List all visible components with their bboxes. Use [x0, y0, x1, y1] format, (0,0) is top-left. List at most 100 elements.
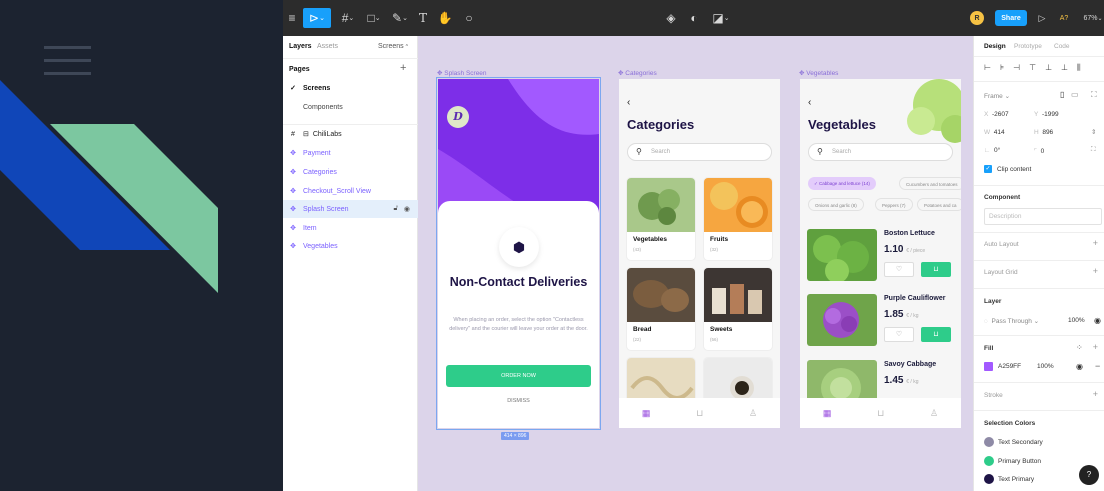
accessibility-badge[interactable]: A?	[1056, 8, 1072, 28]
filter-chip-cucumbers[interactable]: Cucumbers and tomatoes	[899, 177, 961, 190]
page-item-screens[interactable]: ✓ Screens	[283, 79, 418, 97]
clip-content-checkbox[interactable]: ✓	[984, 165, 992, 173]
search-input[interactable]: ⚲ Search	[808, 143, 953, 161]
constrain-proportions-icon[interactable]: ⇕	[1091, 128, 1096, 136]
component-tool-button[interactable]: ◈	[663, 8, 679, 28]
frame-dropdown[interactable]: Frame ⌄	[984, 92, 1010, 100]
x-field[interactable]: X -2607	[984, 111, 1009, 118]
bottom-nav: ▦ ⊔ ♙	[800, 398, 961, 428]
add-page-plus-icon[interactable]: +	[400, 62, 406, 74]
help-button[interactable]: ?	[1079, 465, 1099, 485]
tab-assets[interactable]: Assets	[317, 43, 338, 50]
frame-tool-button[interactable]: # ⌄	[337, 8, 359, 28]
rotation-field[interactable]: ∟ 0°	[984, 147, 1000, 154]
boolean-tool-button[interactable]: ◪ ⌄	[709, 8, 733, 28]
product-purple-cauliflower[interactable]: Purple Cauliflower 1.85 € / kg ♡ ⊔	[807, 294, 957, 346]
portrait-icon[interactable]: ▯	[1060, 90, 1064, 99]
tab-prototype[interactable]: Prototype	[1014, 43, 1042, 50]
tab-code[interactable]: Code	[1054, 43, 1070, 50]
frame-label-splash[interactable]: ✥ Splash Screen	[437, 69, 487, 77]
frame-label-categories[interactable]: ✥ Categories	[618, 69, 657, 77]
zoom-level[interactable]: 67% ⌄	[1081, 8, 1104, 28]
radius-field[interactable]: ⌜ 0	[1034, 147, 1044, 155]
w-field[interactable]: W 414	[984, 129, 1005, 136]
search-input[interactable]: ⚲ Search	[627, 143, 772, 161]
user-icon[interactable]: ♙	[930, 408, 938, 419]
add-stroke-plus-icon[interactable]: +	[1093, 389, 1098, 399]
h-field[interactable]: H 896	[1034, 129, 1053, 136]
tab-layers[interactable]: Layers	[289, 43, 312, 50]
layer-item-splash-screen[interactable]: ✥ Splash Screen 🔓︎ ◉	[283, 200, 418, 218]
eye-icon[interactable]: ◉	[1094, 316, 1101, 325]
share-button[interactable]: Share	[995, 10, 1027, 26]
fill-hex[interactable]: A259FF	[998, 363, 1021, 370]
filter-chip-peppers[interactable]: Peppers (7)	[875, 198, 913, 211]
selection-color-swatch[interactable]	[984, 474, 994, 484]
comment-tool-button[interactable]: ○	[461, 8, 477, 28]
card-count: (32)	[710, 247, 719, 252]
layer-item-vegetables[interactable]: ✥ Vegetables	[283, 237, 418, 255]
blend-mode-dropdown[interactable]: ◌ Pass Through ⌄	[984, 317, 1039, 325]
favorite-button[interactable]: ♡	[884, 327, 914, 342]
filter-chip-potatoes[interactable]: Potatoes and ca	[917, 198, 961, 211]
layer-item-payment[interactable]: ✥ Payment	[283, 144, 418, 162]
add-to-cart-button[interactable]: ⊔	[921, 262, 951, 277]
resize-icon[interactable]: ⛶	[1091, 90, 1097, 100]
layer-item-categories[interactable]: ✥ Categories	[283, 163, 418, 181]
category-card-bread[interactable]: Bread (22)	[627, 268, 695, 350]
filter-chip-cabbage[interactable]: ✓ Cabbage and lettuce (14)	[808, 177, 876, 190]
page-item-components[interactable]: Components	[283, 98, 418, 116]
hamburger-icon[interactable]: ≡	[285, 8, 299, 28]
layer-item-item[interactable]: ✥ Item	[283, 219, 418, 237]
categories-frame[interactable]: ‹ Categories ⚲ Search Vegetables (43) Fr…	[619, 79, 780, 428]
hand-tool-button[interactable]: ✋	[437, 8, 453, 28]
eye-icon[interactable]: ◉	[1076, 362, 1083, 371]
cart-icon[interactable]: ⊔	[696, 408, 703, 419]
category-card-vegetables[interactable]: Vegetables (43)	[627, 178, 695, 260]
back-arrow-icon[interactable]: ‹	[627, 97, 630, 108]
present-button[interactable]: ▷	[1035, 8, 1049, 28]
fill-opacity[interactable]: 100%	[1037, 363, 1054, 370]
alignment-tools[interactable]: ⊢⊧⊣⊤⊥⊥⫼	[984, 63, 1090, 73]
selection-color-swatch[interactable]	[984, 456, 994, 466]
filter-chip-onions[interactable]: Onions and garlic (8)	[808, 198, 864, 211]
grid-icon[interactable]: ▦	[823, 408, 832, 419]
vegetables-frame[interactable]: ‹ Vegetables ⚲ Search ✓ Cabbage and lett…	[800, 79, 961, 428]
category-card-sweets[interactable]: Sweets (56)	[704, 268, 772, 350]
pages-dropdown[interactable]: Screens ^	[378, 43, 408, 50]
mask-tool-button[interactable]: ◐	[686, 8, 702, 28]
add-layout-grid-plus-icon[interactable]: +	[1093, 266, 1098, 276]
layer-opacity[interactable]: 100%	[1068, 317, 1085, 324]
lock-icon[interactable]: 🔓︎	[393, 205, 398, 213]
avatar[interactable]: R	[970, 11, 984, 25]
add-fill-plus-icon[interactable]: +	[1093, 342, 1098, 352]
y-field[interactable]: Y -1999	[1034, 111, 1059, 118]
fill-swatch[interactable]	[984, 362, 993, 371]
cart-icon[interactable]: ⊔	[877, 408, 884, 419]
landscape-icon[interactable]: ▭	[1071, 90, 1079, 99]
layer-section-chililabs[interactable]: # ⊟ ChiliLabs	[283, 125, 418, 143]
text-tool-button[interactable]: T	[415, 8, 431, 28]
remove-fill-minus-icon[interactable]: −	[1095, 361, 1100, 371]
favorite-button[interactable]: ♡	[884, 262, 914, 277]
eye-icon[interactable]: ◉	[404, 205, 410, 213]
product-boston-lettuce[interactable]: Boston Lettuce 1.10 € / piece ♡ ⊔	[807, 229, 957, 281]
heart-icon: ♡	[895, 331, 903, 338]
styles-icon[interactable]: ⁘	[1076, 343, 1083, 352]
pen-tool-button[interactable]: ✎ ⌄	[389, 8, 411, 28]
add-auto-layout-plus-icon[interactable]: +	[1093, 238, 1098, 248]
shape-tool-button[interactable]: □ ⌄	[363, 8, 385, 28]
tab-design[interactable]: Design	[984, 43, 1006, 50]
user-icon[interactable]: ♙	[749, 408, 757, 419]
category-card-fruits[interactable]: Fruits (32)	[704, 178, 772, 260]
move-tool-button[interactable]: ⊳ ⌄	[303, 8, 331, 28]
layer-item-checkout[interactable]: ✥ Checkout_Scroll View	[283, 182, 418, 200]
description-input[interactable]: Description	[984, 208, 1102, 225]
canvas[interactable]: ✥ Splash Screen ✥ Categories ✥ Vegetable…	[418, 36, 973, 491]
independent-corners-icon[interactable]: ⛶	[1091, 146, 1096, 154]
back-arrow-icon[interactable]: ‹	[808, 97, 811, 108]
add-to-cart-button[interactable]: ⊔	[921, 327, 951, 342]
grid-icon[interactable]: ▦	[642, 408, 651, 419]
selection-color-swatch[interactable]	[984, 437, 994, 447]
frame-label-vegetables[interactable]: ✥ Vegetables	[799, 69, 838, 77]
